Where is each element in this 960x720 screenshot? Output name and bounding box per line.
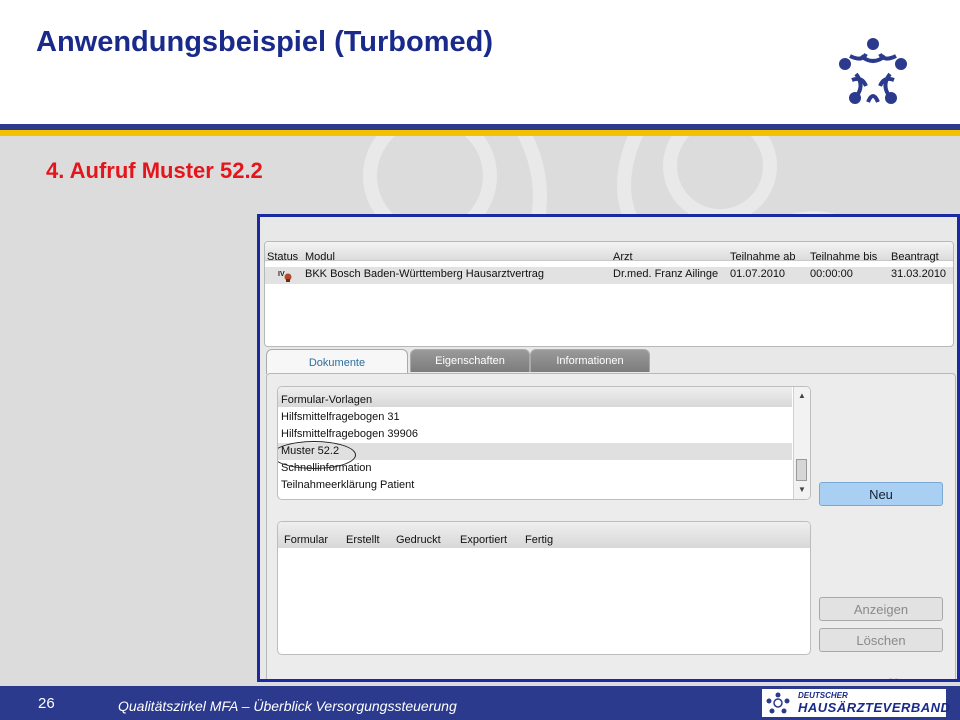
delete-button[interactable]: Löschen — [819, 628, 943, 652]
cell-beantragt: 31.03.2010 — [891, 268, 947, 280]
column-header-teilnahme-ab[interactable]: Teilnahme ab — [730, 251, 795, 263]
footer-logo: DEUTSCHER HAUSÄRZTEVERBAND — [762, 689, 950, 717]
column-header-arzt[interactable]: Arzt — [613, 251, 633, 263]
documents-table: Formular Erstellt Gedruckt Exportiert Fe… — [277, 521, 811, 655]
column-header-gedruckt[interactable]: Gedruckt — [396, 534, 441, 546]
screenshot-page-mark: 26 — [888, 677, 899, 679]
new-button[interactable]: Neu — [819, 482, 943, 506]
formular-vorlagen-list[interactable]: Formular-Vorlagen Hilfsmittelfragebogen … — [277, 386, 811, 500]
show-button[interactable]: Anzeigen — [819, 597, 943, 621]
column-header-exportiert[interactable]: Exportiert — [460, 534, 507, 546]
column-header-formular[interactable]: Formular — [284, 534, 328, 546]
list-item[interactable]: Hilfsmittelfragebogen 31 — [278, 409, 792, 426]
status-icon: IV — [278, 271, 292, 282]
slide-title: Anwendungsbeispiel (Turbomed) — [36, 26, 494, 58]
tab-dokumente[interactable]: Dokumente — [266, 349, 408, 374]
slide-body: 4. Aufruf Muster 52.2 Status Modul Arzt … — [0, 136, 960, 686]
list-item[interactable]: Hilfsmittelfragebogen 39906 — [278, 426, 792, 443]
column-header-beantragt[interactable]: Beantragt — [891, 251, 939, 263]
tab-panel-dokumente: Formular-Vorlagen Hilfsmittelfragebogen … — [266, 373, 956, 679]
column-header-teilnahme-bis[interactable]: Teilnahme bis — [810, 251, 877, 263]
footer: 26 Qualitätszirkel MFA – Überblick Verso… — [0, 686, 960, 720]
tab-eigenschaften[interactable]: Eigenschaften — [410, 349, 530, 372]
turbomed-screenshot: Status Modul Arzt Teilnahme ab Teilnahme… — [257, 214, 960, 682]
scroll-down-icon[interactable]: ▼ — [794, 483, 810, 497]
tab-informationen[interactable]: Informationen — [530, 349, 650, 372]
footer-logo-text: HAUSÄRZTEVERBAND — [798, 700, 951, 715]
list-item[interactable]: Schnellinformation — [278, 460, 792, 477]
formular-vorlagen-header: Formular-Vorlagen — [278, 387, 792, 407]
column-header-fertig[interactable]: Fertig — [525, 534, 553, 546]
page-number: 26 — [38, 695, 55, 712]
cell-teilnahme-bis: 00:00:00 — [810, 268, 853, 280]
slide-subtitle: 4. Aufruf Muster 52.2 — [46, 158, 263, 183]
cell-modul: BKK Bosch Baden-Württemberg Hausarztvert… — [305, 268, 545, 280]
list-item[interactable]: Teilnahmeerklärung Patient — [278, 477, 792, 494]
scroll-up-icon[interactable]: ▲ — [794, 389, 810, 403]
footer-logo-small-text: DEUTSCHER — [798, 691, 848, 700]
footer-text: Qualitätszirkel MFA – Überblick Versorgu… — [118, 698, 457, 714]
column-header-modul[interactable]: Modul — [305, 251, 335, 263]
hausarzteverband-mark-icon — [766, 692, 790, 714]
cell-arzt: Dr.med. Franz Ailinge — [613, 268, 719, 280]
formular-vorlagen-scrollbar[interactable]: ▲ ▼ — [793, 387, 810, 499]
scroll-thumb[interactable] — [796, 459, 807, 481]
cell-teilnahme-ab: 01.07.2010 — [730, 268, 786, 280]
svg-text:IV: IV — [278, 271, 285, 278]
hausarzteverband-logo-icon — [839, 38, 907, 104]
column-header-erstellt[interactable]: Erstellt — [346, 534, 380, 546]
column-header-status[interactable]: Status — [267, 251, 298, 263]
module-table: Status Modul Arzt Teilnahme ab Teilnahme… — [264, 241, 954, 347]
